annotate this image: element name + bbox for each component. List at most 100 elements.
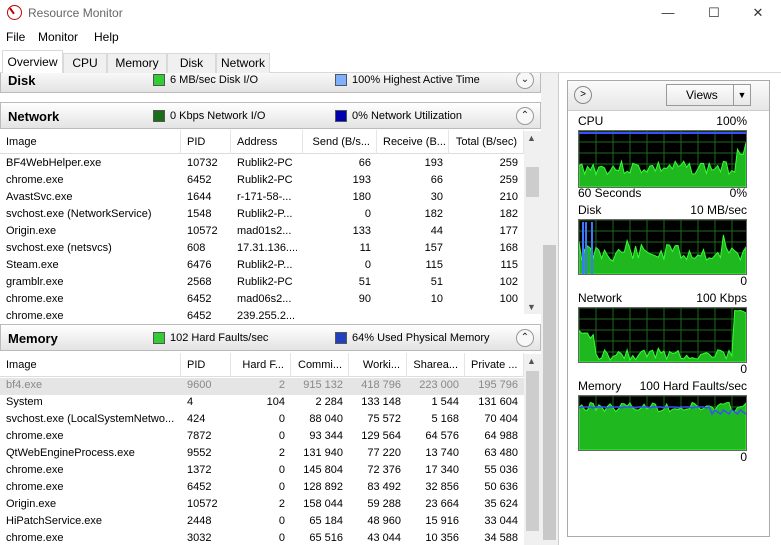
table-row[interactable]: AvastSvc.exe 1644 r-171-58-... 180 30 210	[0, 190, 524, 207]
table-cell: Rublik2-PC	[237, 174, 293, 186]
views-container: > Views ▼ CPU 100% 60 Seconds 0% Disk 10…	[567, 80, 770, 537]
table-cell: 66	[430, 174, 443, 186]
table-cell: Origin.exe	[6, 498, 57, 510]
chevron-down-icon[interactable]: ▼	[733, 85, 750, 105]
table-row[interactable]: svchost.exe (netsvcs) 608 17.31.136.... 11 1…	[0, 241, 524, 258]
table-cell: 424	[187, 413, 206, 425]
table-cell: 102	[499, 276, 518, 288]
table-cell: chrome.exe	[6, 310, 64, 322]
table-cell: 145 804	[303, 464, 343, 476]
table-cell: 64 988	[484, 430, 518, 442]
table-row[interactable]: chrome.exe 6452 Rublik2-PC 193 66 259	[0, 173, 524, 190]
column-header[interactable]: PID	[181, 353, 231, 377]
column-header[interactable]: Send (B/s...	[303, 130, 377, 154]
column-header[interactable]: Image	[0, 353, 181, 377]
table-cell: 17 340	[425, 464, 459, 476]
column-header[interactable]: Total (B/sec)	[449, 130, 524, 154]
table-row[interactable]: gramblr.exe 2568 Rublik2-PC 51 51 102	[0, 275, 524, 292]
menu-file[interactable]: File	[6, 30, 25, 44]
network-collapse-icon[interactable]: ⌃	[516, 107, 534, 125]
table-cell: 131 604	[478, 396, 518, 408]
table-cell: 100	[499, 293, 518, 305]
scroll-up-icon[interactable]: ▲	[527, 356, 536, 366]
table-cell: 10572	[187, 498, 218, 510]
tab-disk[interactable]: Disk	[167, 53, 216, 73]
tab-overview[interactable]: Overview	[2, 50, 63, 74]
table-cell: 418 796	[361, 379, 401, 391]
table-row[interactable]: svchost.exe (NetworkService) 1548 Rublik2-…	[0, 207, 524, 224]
table-row[interactable]: BF4WebHelper.exe 10732 Rublik2-PC 66 193 259	[0, 156, 524, 173]
disk-graph	[578, 219, 747, 275]
table-cell: gramblr.exe	[6, 276, 64, 288]
table-row[interactable]: chrome.exe 1372 0 145 804 72 376 17 340 55 036	[0, 463, 524, 480]
table-cell: 1 544	[431, 396, 459, 408]
table-cell: 115	[500, 259, 518, 271]
table-cell: 195 796	[478, 379, 518, 391]
table-row[interactable]: System 4 104 2 284 133 148 1 544 131 604	[0, 395, 524, 412]
column-header[interactable]: Receive (B...	[377, 130, 449, 154]
disk-section-header[interactable]: Disk 6 MB/sec Disk I/O 100% Highest Acti…	[0, 73, 541, 93]
table-cell: AvastSvc.exe	[6, 191, 73, 203]
table-cell: 72 376	[367, 464, 401, 476]
table-row[interactable]: chrome.exe 6452 mad06s2... 90 10 100	[0, 292, 524, 309]
collapse-pane-icon[interactable]: >	[574, 86, 592, 104]
network-util-swatch	[335, 110, 347, 122]
table-cell: 210	[499, 191, 518, 203]
menu-monitor[interactable]: Monitor	[38, 30, 78, 44]
column-header[interactable]: Worki...	[349, 353, 407, 377]
network-title: Network	[8, 109, 60, 124]
table-cell: 6452	[187, 310, 212, 322]
scroll-up-icon[interactable]: ▲	[527, 133, 536, 143]
column-header[interactable]: Address	[231, 130, 303, 154]
main-scrollbar[interactable]	[541, 73, 558, 545]
table-cell: 0	[278, 413, 285, 425]
table-row[interactable]: Origin.exe 10572 mad01s2... 133 44 177	[0, 224, 524, 241]
disk-expand-icon[interactable]: ⌄	[516, 73, 534, 89]
close-button[interactable]: ✕	[735, 0, 781, 26]
table-cell: chrome.exe	[6, 532, 64, 544]
memory-scroll-thumb[interactable]	[526, 371, 539, 531]
table-row[interactable]: QtWebEngineProcess.exe 9552 2 131 940 77 220…	[0, 446, 524, 463]
table-cell: 1372	[187, 464, 212, 476]
table-row[interactable]: Steam.exe 6476 Rublik2-P... 0 115 115	[0, 258, 524, 275]
table-row[interactable]: chrome.exe 6452 0 128 892 83 492 32 856 50 636	[0, 480, 524, 497]
table-cell: 6452	[187, 293, 212, 305]
views-button[interactable]: Views ▼	[666, 84, 751, 106]
table-cell: chrome.exe	[6, 293, 64, 305]
column-header[interactable]: Private ...	[465, 353, 524, 377]
column-header[interactable]: PID	[181, 130, 231, 154]
memory-section-header[interactable]: Memory 102 Hard Faults/sec 64% Used Phys…	[0, 324, 541, 351]
table-row[interactable]: HiPatchService.exe 2448 0 65 184 48 960 15 91…	[0, 514, 524, 531]
network-scroll-thumb[interactable]	[526, 167, 539, 197]
table-row[interactable]: chrome.exe 7872 0 93 344 129 564 64 576 64 988	[0, 429, 524, 446]
table-row[interactable]: Origin.exe 10572 2 158 044 59 288 23 664 35 62…	[0, 497, 524, 514]
network-scrollbar[interactable]: ▲ ▼	[524, 131, 541, 314]
scroll-down-icon[interactable]: ▼	[527, 302, 536, 312]
table-cell: 180	[352, 191, 371, 203]
table-row[interactable]: svchost.exe (LocalSystemNetwo... 424 0 88 0…	[0, 412, 524, 429]
tab-memory[interactable]: Memory	[107, 53, 167, 73]
column-header[interactable]: Sharea...	[407, 353, 465, 377]
column-header[interactable]: Hard F...	[231, 353, 291, 377]
column-header[interactable]: Image	[0, 130, 181, 154]
menu-help[interactable]: Help	[94, 30, 119, 44]
left-panel: Disk 6 MB/sec Disk I/O 100% Highest Acti…	[0, 73, 558, 545]
table-cell: 1644	[187, 191, 212, 203]
table-row[interactable]: chrome.exe 3032 0 65 516 43 044 10 356 34 588	[0, 531, 524, 545]
table-cell: 33 044	[484, 515, 518, 527]
main-scroll-thumb[interactable]	[543, 245, 556, 540]
tab-cpu[interactable]: CPU	[63, 53, 107, 73]
table-row[interactable]: bf4.exe 9600 2 915 132 418 796 223 000 195 796	[0, 378, 524, 395]
maximize-button[interactable]: ☐	[691, 0, 737, 26]
table-cell: 168	[499, 242, 518, 254]
memory-collapse-icon[interactable]: ⌃	[516, 329, 534, 347]
table-cell: 6452	[187, 481, 212, 493]
tab-network[interactable]: Network	[216, 53, 270, 73]
table-cell: 5 168	[431, 413, 459, 425]
minimize-button[interactable]: —	[645, 0, 691, 26]
graphs-panel: > Views ▼ CPU 100% 60 Seconds 0% Disk 10…	[558, 73, 781, 545]
column-header[interactable]: Commi...	[291, 353, 349, 377]
title-bar: Resource Monitor — ☐ ✕	[0, 0, 781, 26]
network-section-header[interactable]: Network 0 Kbps Network I/O 0% Network Ut…	[0, 102, 541, 129]
memory-scrollbar[interactable]: ▲	[524, 354, 541, 545]
